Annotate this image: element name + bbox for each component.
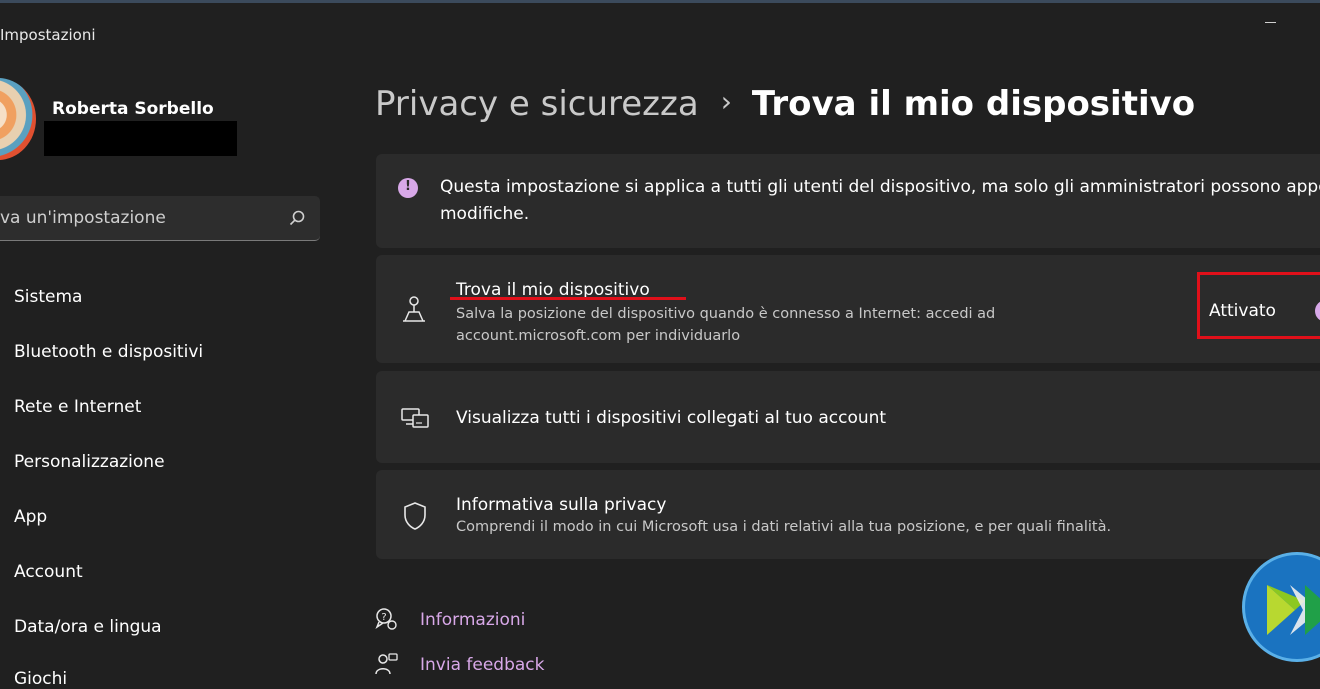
app-title: Impostazioni — [0, 26, 96, 44]
sidebar-item-data-ora[interactable]: Data/ora e lingua — [14, 617, 162, 637]
sidebar-item-giochi[interactable]: Giochi — [14, 669, 67, 689]
search-box[interactable]: va un'impostazione — [0, 196, 320, 241]
info-banner-text: Questa impostazione si applica a tutti g… — [440, 174, 1320, 228]
sidebar-item-bluetooth[interactable]: Bluetooth e dispositivi — [14, 342, 203, 362]
search-input[interactable]: va un'impostazione — [0, 208, 166, 228]
person-location-icon — [403, 296, 425, 322]
info-banner-line2: modifiche. — [440, 204, 530, 224]
breadcrumb-parent[interactable]: Privacy e sicurezza — [375, 84, 699, 124]
info-icon — [398, 178, 418, 198]
sidebar-item-sistema[interactable]: Sistema — [14, 287, 82, 307]
privacy-title: Informativa sulla privacy — [456, 495, 667, 515]
feedback-icon — [375, 653, 398, 675]
shield-icon — [404, 502, 426, 530]
annotation-underline — [450, 297, 686, 300]
watermark-logo — [1242, 552, 1320, 662]
find-device-description-line2: account.microsoft.com per individuarlo — [456, 328, 741, 344]
privacy-card[interactable]: Informativa sulla privacy Comprendi il m… — [376, 470, 1320, 559]
devices-icon — [401, 408, 429, 428]
sidebar-item-account[interactable]: Account — [14, 562, 83, 582]
toggle-state-label: Attivato — [1209, 301, 1276, 321]
redacted-email — [44, 121, 237, 156]
find-device-card: Trova il mio dispositivo Salva la posizi… — [376, 255, 1320, 363]
svg-text:?: ? — [381, 612, 386, 623]
privacy-description: Comprendi il modo in cui Microsoft usa i… — [456, 519, 1112, 535]
watermark-logo-icon — [1267, 585, 1320, 635]
page-title: Trova il mio dispositivo — [751, 84, 1196, 124]
sidebar-item-rete[interactable]: Rete e Internet — [14, 397, 141, 417]
devices-link-card[interactable]: Visualizza tutti i dispositivi collegati… — [376, 371, 1320, 463]
info-banner-line1: Questa impostazione si applica a tutti g… — [440, 177, 1320, 197]
info-banner: Questa impostazione si applica a tutti g… — [376, 154, 1320, 248]
breadcrumb-separator: › — [720, 85, 732, 118]
devices-link-label[interactable]: Visualizza tutti i dispositivi collegati… — [456, 408, 886, 428]
window-top-border — [0, 0, 1320, 3]
info-link[interactable]: Informazioni — [420, 610, 525, 630]
find-device-description-line1: Salva la posizione del dispositivo quand… — [456, 306, 996, 322]
find-device-description: Salva la posizione del dispositivo quand… — [456, 303, 995, 347]
sidebar-item-personalizzazione[interactable]: Personalizzazione — [14, 452, 165, 472]
minimize-button[interactable] — [1262, 14, 1278, 30]
breadcrumb: Privacy e sicurezza › Trova il mio disposi… — [375, 84, 1195, 124]
avatar[interactable] — [0, 78, 36, 160]
search-icon[interactable] — [288, 209, 306, 227]
help-chat-icon: ? — [375, 608, 397, 630]
sidebar-item-app[interactable]: App — [14, 507, 47, 527]
user-name: Roberta Sorbello — [52, 99, 214, 119]
feedback-link[interactable]: Invia feedback — [420, 655, 545, 675]
